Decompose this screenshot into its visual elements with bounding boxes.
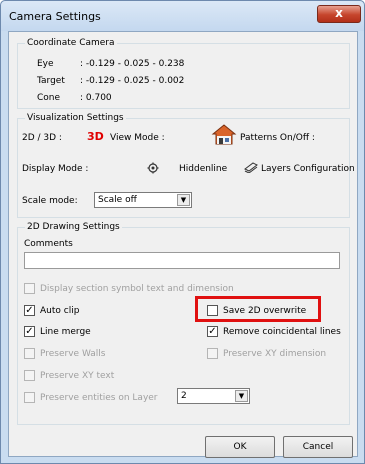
line-merge-label: Line merge: [40, 327, 91, 337]
dialog-body: Coordinate Camera Eye : -0.129 - 0.025 -…: [8, 31, 358, 458]
dimension-toggle[interactable]: 3D: [87, 131, 104, 143]
drawing-settings-group: 2D Drawing Settings Comments Display sec…: [17, 222, 350, 425]
target-value: : -0.129 - 0.025 - 0.002: [80, 76, 185, 86]
preserve-entities-label: Preserve entities on Layer: [40, 393, 158, 403]
cancel-button[interactable]: Cancel: [283, 436, 353, 458]
target-label: Target: [37, 76, 65, 86]
line-merge-checkbox[interactable]: ✓: [24, 326, 35, 337]
preserve-xy-text-checkbox[interactable]: [24, 370, 35, 381]
house-icon[interactable]: [211, 123, 237, 145]
title-bar[interactable]: Camera Settings x: [1, 1, 364, 31]
auto-clip-label: Auto clip: [40, 306, 80, 316]
cone-value: : 0.700: [80, 93, 112, 103]
visualization-settings-legend: Visualization Settings: [25, 113, 126, 124]
scale-mode-value: Scale off: [98, 195, 137, 205]
display-section-label: Display section symbol text and dimensio…: [40, 284, 234, 294]
comments-label: Comments: [24, 239, 73, 249]
hiddenline-label[interactable]: Hiddenline: [179, 163, 227, 175]
remove-coincidental-label: Remove coincidental lines: [223, 327, 341, 337]
window-title: Camera Settings: [9, 10, 101, 23]
chevron-down-icon[interactable]: ▼: [235, 390, 248, 402]
scale-mode-select[interactable]: Scale off ▼: [94, 192, 192, 208]
layer-value: 2: [181, 391, 187, 401]
close-icon: x: [335, 6, 343, 20]
cone-label: Cone: [37, 93, 61, 103]
display-section-checkbox[interactable]: [24, 283, 35, 294]
auto-clip-checkbox[interactable]: ✓: [24, 305, 35, 316]
layer-select[interactable]: 2 ▼: [177, 388, 250, 404]
gear-icon[interactable]: [147, 162, 159, 174]
preserve-xy-dimension-label: Preserve XY dimension: [223, 349, 327, 359]
view-mode-label: View Mode :: [110, 133, 165, 143]
comments-input[interactable]: [24, 252, 340, 269]
ok-button[interactable]: OK: [205, 436, 275, 458]
preserve-xy-text-label: Preserve XY text: [40, 371, 115, 381]
preserve-walls-label: Preserve Walls: [40, 349, 106, 359]
preserve-walls-checkbox[interactable]: [24, 348, 35, 359]
camera-settings-dialog: Camera Settings x Coordinate Camera Eye …: [0, 0, 365, 464]
coordinate-camera-group: Coordinate Camera Eye : -0.129 - 0.025 -…: [17, 38, 350, 109]
scale-mode-label: Scale mode:: [22, 196, 78, 206]
coordinate-camera-legend: Coordinate Camera: [25, 38, 117, 49]
layers-icon[interactable]: [244, 161, 258, 174]
patterns-label: Patterns On/Off :: [240, 133, 315, 143]
display-mode-label: Display Mode :: [22, 164, 89, 174]
preserve-xy-dimension-checkbox[interactable]: [207, 348, 218, 359]
eye-value: : -0.129 - 0.025 - 0.238: [80, 59, 185, 69]
eye-label: Eye: [37, 59, 54, 69]
preserve-entities-checkbox[interactable]: [24, 392, 35, 403]
drawing-settings-legend: 2D Drawing Settings: [25, 222, 122, 233]
close-button[interactable]: x: [317, 5, 361, 23]
dimension-label: 2D / 3D :: [22, 133, 62, 143]
remove-coincidental-checkbox[interactable]: ✓: [207, 326, 218, 337]
visualization-settings-group: Visualization Settings 2D / 3D : 3D View…: [17, 113, 355, 218]
save-2d-highlight-box: [195, 296, 321, 322]
chevron-down-icon[interactable]: ▼: [177, 194, 190, 206]
layers-configuration-label[interactable]: Layers Configuration: [261, 163, 355, 175]
